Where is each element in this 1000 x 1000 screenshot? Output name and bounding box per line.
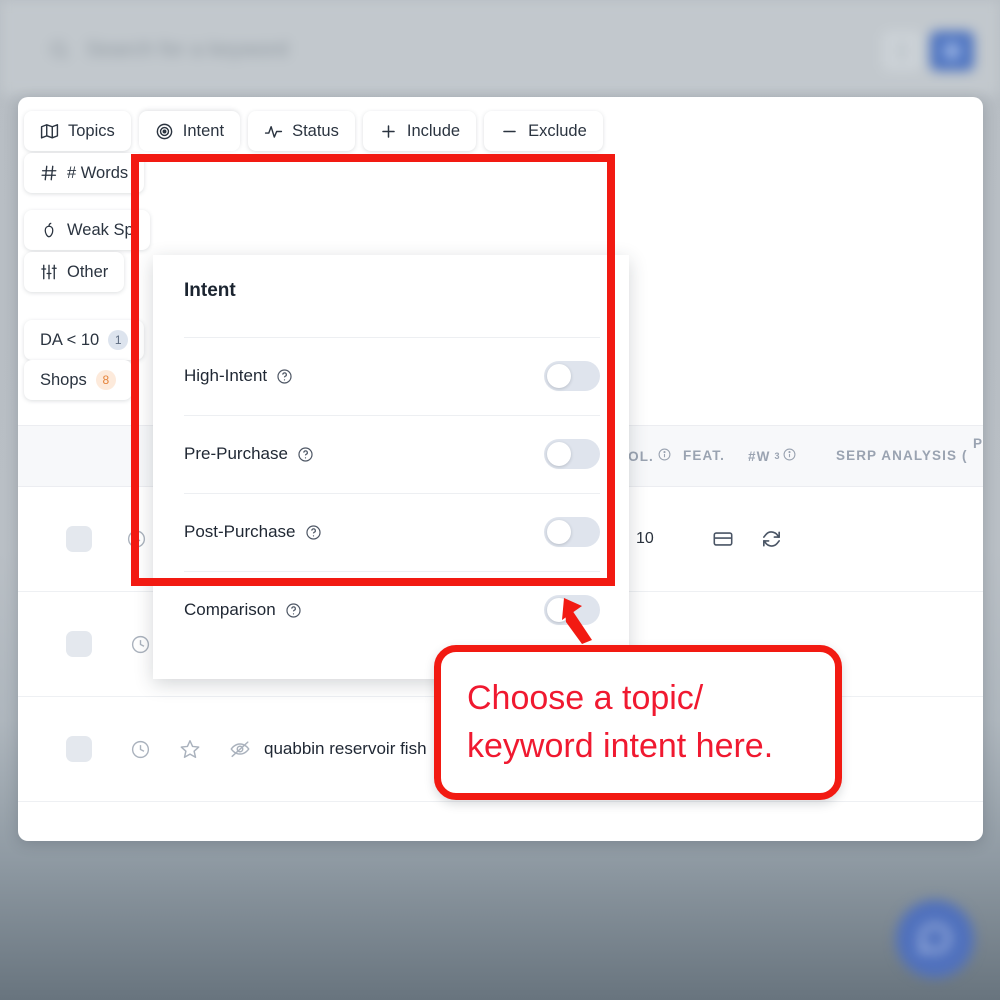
row-action-icons: [130, 738, 251, 760]
filter-chip-label: # Words: [67, 163, 129, 182]
column-header-po[interactable]: PO: [973, 436, 983, 451]
info-icon[interactable]: [658, 448, 671, 464]
filter-tab-label: Topics: [68, 121, 115, 140]
plus-icon: [379, 122, 398, 141]
filter-chip-shops[interactable]: Shops 8: [24, 360, 132, 400]
clock-icon[interactable]: [126, 529, 147, 550]
intent-row-pre-purchase[interactable]: Pre-Purchase: [184, 415, 600, 493]
filter-chip-weak-spot[interactable]: Weak Sp: [24, 210, 150, 250]
filter-chip-row-weakspot: Weak Sp: [24, 210, 150, 250]
filter-tab-topics[interactable]: Topics: [24, 111, 131, 151]
filter-tab-label: Status: [292, 121, 339, 140]
intent-label: Comparison: [184, 600, 276, 619]
annotation-callout-text: Choose a topic/ keyword intent here.: [467, 679, 774, 765]
intent-label: Pre-Purchase: [184, 444, 288, 463]
intent-label: Post-Purchase: [184, 522, 296, 541]
hash-icon: [40, 164, 58, 182]
intent-toggle-post-purchase[interactable]: [544, 517, 600, 547]
column-header-label: PO: [973, 436, 983, 451]
filter-chip-words[interactable]: # Words: [24, 153, 145, 193]
card-icon[interactable]: [712, 528, 734, 550]
minus-icon: [500, 122, 519, 141]
filter-tab-label: Exclude: [528, 121, 587, 140]
refresh-icon[interactable]: [760, 528, 783, 551]
sliders-icon: [40, 263, 58, 281]
help-circle-icon[interactable]: [285, 602, 302, 619]
column-header-label: SERP ANALYSIS (: [836, 448, 968, 463]
filter-chip-da[interactable]: DA < 10 1: [24, 320, 145, 360]
search-bar[interactable]: Search for a keyword: [48, 38, 288, 62]
eye-off-icon[interactable]: [229, 738, 251, 760]
help-circle-icon[interactable]: [305, 524, 322, 541]
toolbar-secondary-button[interactable]: [882, 31, 922, 71]
filter-chip-label: Weak Sp: [67, 220, 134, 239]
intent-toggle-pre-purchase[interactable]: [544, 439, 600, 469]
help-circle-icon[interactable]: [276, 368, 293, 385]
filter-chip-badge: 8: [95, 370, 116, 390]
activity-pulse-icon: [264, 122, 283, 141]
row-action-icons: [126, 529, 147, 550]
star-icon[interactable]: [179, 738, 201, 760]
filter-tab-exclude[interactable]: Exclude: [484, 111, 603, 151]
filter-chip-label: DA < 10: [40, 330, 100, 349]
filter-tab-status[interactable]: Status: [248, 111, 355, 151]
column-header-superscript: 3: [774, 451, 780, 461]
chat-bubble-icon: [917, 921, 953, 957]
row-checkbox[interactable]: [66, 631, 92, 657]
column-header-w3[interactable]: #W 3: [748, 448, 796, 464]
filter-tab-row: Topics Intent Status Include Exclude: [24, 111, 603, 151]
help-circle-icon[interactable]: [297, 446, 314, 463]
column-header-serp-analysis[interactable]: SERP ANALYSIS (: [836, 448, 968, 463]
filter-chip-row-words: # Words: [24, 153, 145, 193]
intent-row-high-intent[interactable]: High-Intent: [184, 337, 600, 415]
intent-row-comparison[interactable]: Comparison: [184, 571, 600, 649]
clock-icon[interactable]: [130, 634, 151, 655]
column-header-label: FEAT.: [683, 448, 725, 463]
filter-chip-other[interactable]: Other: [24, 252, 125, 292]
column-header-feat[interactable]: FEAT.: [683, 448, 725, 463]
map-icon: [40, 122, 59, 141]
filter-chip-badge: 1: [108, 330, 129, 350]
filter-chip-row-other: Other: [24, 252, 125, 292]
row-keyword[interactable]: quabbin reservoir fish: [264, 739, 427, 759]
filter-chip-label: Shops: [40, 370, 87, 389]
filter-tab-label: Include: [406, 121, 461, 140]
filter-chip-label: Other: [67, 262, 109, 281]
annotation-callout: Choose a topic/ keyword intent here.: [434, 645, 842, 800]
info-icon[interactable]: [783, 448, 796, 464]
filter-tab-intent[interactable]: Intent: [138, 111, 241, 151]
filter-chip-row-da: DA < 10 1: [24, 320, 145, 360]
filter-chip-row-shops: Shops 8: [24, 360, 132, 400]
filter-tab-label: Intent: [182, 121, 225, 140]
panel-title: Intent: [184, 280, 236, 301]
intent-label: High-Intent: [184, 366, 268, 385]
apple-icon: [40, 221, 58, 239]
column-header-label: #W: [748, 448, 771, 464]
screenshot-root: Search for a keyword Topics Intent Statu…: [0, 0, 1000, 1000]
filter-tab-include[interactable]: Include: [362, 111, 477, 151]
row-checkbox[interactable]: [66, 736, 92, 762]
search-icon: [48, 39, 70, 61]
intent-toggle-high-intent[interactable]: [544, 361, 600, 391]
row-volume-value: 10: [636, 530, 654, 547]
target-icon: [155, 122, 174, 141]
toolbar-primary-button[interactable]: [930, 31, 974, 71]
chat-fab-button[interactable]: [896, 900, 974, 978]
search-input-placeholder: Search for a keyword: [86, 38, 289, 61]
intent-row-post-purchase[interactable]: Post-Purchase: [184, 493, 600, 571]
clock-icon[interactable]: [130, 739, 151, 760]
row-checkbox[interactable]: [66, 526, 92, 552]
